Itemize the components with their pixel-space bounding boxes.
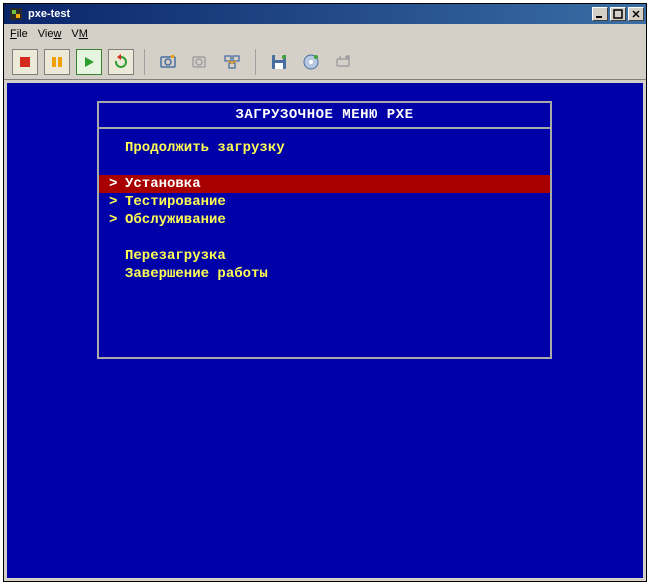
revert-snapshot-button[interactable] [187, 49, 213, 75]
toolbar-separator-2 [255, 49, 256, 75]
pxe-item-label: Установка [125, 176, 201, 192]
stop-button[interactable] [12, 49, 38, 75]
menu-view[interactable]: View [38, 28, 62, 40]
pxe-gap [99, 229, 550, 247]
pxe-menu-title: ЗАГРУЗОЧНОЕ МЕНЮ PXE [99, 103, 550, 129]
close-button[interactable] [628, 7, 644, 21]
pxe-item-continue[interactable]: Продолжить загрузку [99, 139, 550, 157]
pxe-gap [99, 157, 550, 175]
pxe-item-label: Завершение работы [125, 266, 268, 282]
pxe-item-label: Продолжить загрузку [125, 140, 285, 156]
vm-window: pxe-test File View VM [3, 3, 647, 582]
vm-console[interactable]: ЗАГРУЗОЧНОЕ МЕНЮ PXE Продолжить загрузку… [7, 83, 643, 578]
menubar: File View VM [4, 24, 646, 44]
pxe-item-label: Перезагрузка [125, 248, 226, 264]
restart-button[interactable] [108, 49, 134, 75]
pxe-item-label: Обслуживание [125, 212, 226, 228]
maximize-button[interactable] [610, 7, 626, 21]
titlebar: pxe-test [4, 4, 646, 24]
play-button[interactable] [76, 49, 102, 75]
app-icon [8, 6, 24, 22]
pxe-item-testing[interactable]: >Тестирование [99, 193, 550, 211]
pxe-item-label: Тестирование [125, 194, 226, 210]
window-title: pxe-test [28, 8, 592, 20]
network-button[interactable] [330, 49, 356, 75]
pxe-item-shutdown[interactable]: Завершение работы [99, 265, 550, 283]
window-controls [592, 7, 644, 21]
toolbar [4, 44, 646, 80]
toolbar-separator [144, 49, 145, 75]
snapshot-button[interactable] [155, 49, 181, 75]
pxe-item-install[interactable]: >Установка [99, 175, 550, 193]
pxe-menu-body: Продолжить загрузку >Установка >Тестиров… [99, 129, 550, 283]
pause-button[interactable] [44, 49, 70, 75]
cdrom-button[interactable] [298, 49, 324, 75]
pxe-item-reboot[interactable]: Перезагрузка [99, 247, 550, 265]
pxe-menu-panel: ЗАГРУЗОЧНОЕ МЕНЮ PXE Продолжить загрузку… [97, 101, 552, 359]
manage-snapshots-button[interactable] [219, 49, 245, 75]
menu-vm[interactable]: VM [71, 28, 88, 40]
pxe-item-maintenance[interactable]: >Обслуживание [99, 211, 550, 229]
minimize-button[interactable] [592, 7, 608, 21]
floppy-button[interactable] [266, 49, 292, 75]
menu-file[interactable]: File [10, 28, 28, 40]
